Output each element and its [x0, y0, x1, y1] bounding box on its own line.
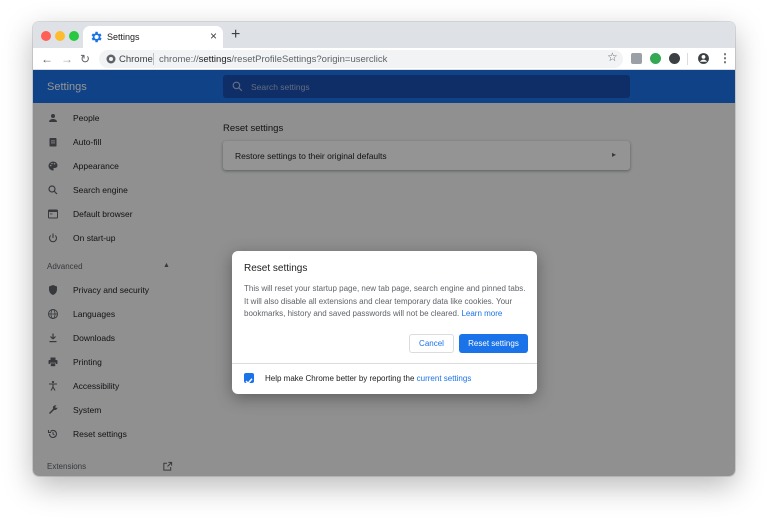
site-chip: Chrome [119, 54, 153, 65]
grammarly-icon[interactable] [650, 53, 661, 64]
toolbar-divider [687, 53, 688, 65]
cancel-button[interactable]: Cancel [409, 334, 454, 353]
tab-title: Settings [107, 32, 140, 42]
extension-icon[interactable] [631, 53, 642, 64]
tab-strip: Settings × + [33, 22, 735, 48]
omnibox-divider [153, 53, 154, 65]
address-bar[interactable]: Chrome chrome://settings/resetProfileSet… [99, 50, 623, 68]
forward-arrow-icon[interactable]: → [61, 50, 73, 68]
dialog-body: This will reset your startup page, new t… [244, 283, 526, 321]
dialog-divider [232, 363, 537, 364]
profile-avatar-icon[interactable] [697, 52, 710, 65]
new-tab-button[interactable]: + [231, 26, 240, 44]
tab-close-icon[interactable]: × [210, 29, 217, 43]
learn-more-link[interactable]: Learn more [461, 309, 502, 318]
checkmark-icon [245, 378, 253, 385]
report-settings-checkbox[interactable] [244, 373, 254, 385]
checkbox-label: Help make Chrome better by reporting the… [265, 374, 471, 383]
url-host: settings [198, 54, 232, 65]
settings-page: Settings Search settings People Auto-fil… [33, 70, 735, 476]
browser-window: Settings × + ← → ↻ Chrome chrome://setti… [33, 22, 735, 476]
reset-settings-button[interactable]: Reset settings [459, 334, 528, 353]
reset-settings-dialog: Reset settings This will reset your star… [232, 251, 537, 394]
gear-icon [91, 31, 102, 43]
chrome-icon [106, 54, 116, 64]
extension-sync-icon[interactable] [669, 53, 680, 64]
reload-icon[interactable]: ↻ [80, 50, 90, 68]
checkbox-label-text: Help make Chrome better by reporting the [265, 374, 415, 383]
toolbar: ← → ↻ Chrome chrome://settings/resetProf… [33, 48, 735, 70]
current-settings-link[interactable]: current settings [417, 374, 472, 383]
back-arrow-icon[interactable]: ← [41, 50, 53, 68]
tab-settings[interactable]: Settings × [83, 26, 223, 48]
window-minimize-button[interactable] [55, 31, 65, 41]
window-maximize-button[interactable] [69, 31, 79, 41]
url-path: /resetProfileSettings?origin=userclick [231, 54, 388, 65]
window-close-button[interactable] [41, 31, 51, 41]
url-text: chrome://settings/resetProfileSettings?o… [159, 54, 387, 65]
bookmark-star-icon[interactable]: ☆ [607, 50, 618, 64]
more-menu-icon[interactable]: ⋮ [719, 50, 731, 66]
dialog-title: Reset settings [244, 263, 308, 274]
url-prefix: chrome:// [159, 54, 199, 65]
